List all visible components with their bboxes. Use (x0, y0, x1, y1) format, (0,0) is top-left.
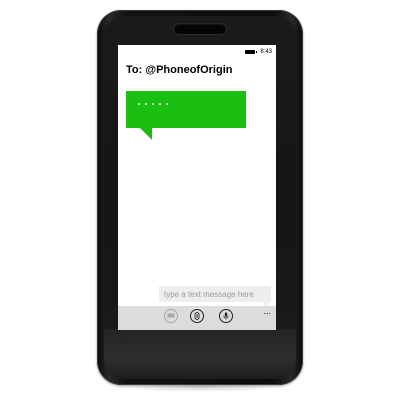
message-composer[interactable] (159, 286, 271, 302)
recipient-header: To: @PhoneofOrigin (126, 64, 232, 76)
status-bar: 8:43 (245, 47, 272, 57)
send-button[interactable] (164, 309, 178, 323)
microphone-icon (223, 312, 229, 320)
phone-frame: 8:43 To: @PhoneofOrigin ..... type a tex… (97, 10, 303, 385)
phone-screen: 8:43 To: @PhoneofOrigin ..... type a tex… (118, 45, 276, 330)
message-bubble[interactable]: ..... (126, 91, 246, 128)
send-icon (167, 313, 175, 318)
attach-button[interactable] (190, 309, 204, 323)
earpiece-speaker (174, 24, 226, 34)
microphone-button[interactable] (219, 309, 233, 323)
app-bar: ... (118, 306, 276, 330)
message-input[interactable] (164, 286, 271, 302)
battery-icon (245, 50, 258, 54)
attach-icon (194, 312, 200, 320)
message-bubble-tail (140, 128, 152, 140)
recipient-handle: @PhoneofOrigin (145, 64, 233, 76)
clock: 8:43 (260, 49, 272, 55)
phone-chin (104, 329, 296, 379)
stage: 8:43 To: @PhoneofOrigin ..... type a tex… (0, 0, 400, 400)
message-text: ..... (136, 97, 172, 108)
recipient-prefix: To: (126, 64, 143, 76)
more-options-button[interactable]: ... (263, 307, 271, 316)
